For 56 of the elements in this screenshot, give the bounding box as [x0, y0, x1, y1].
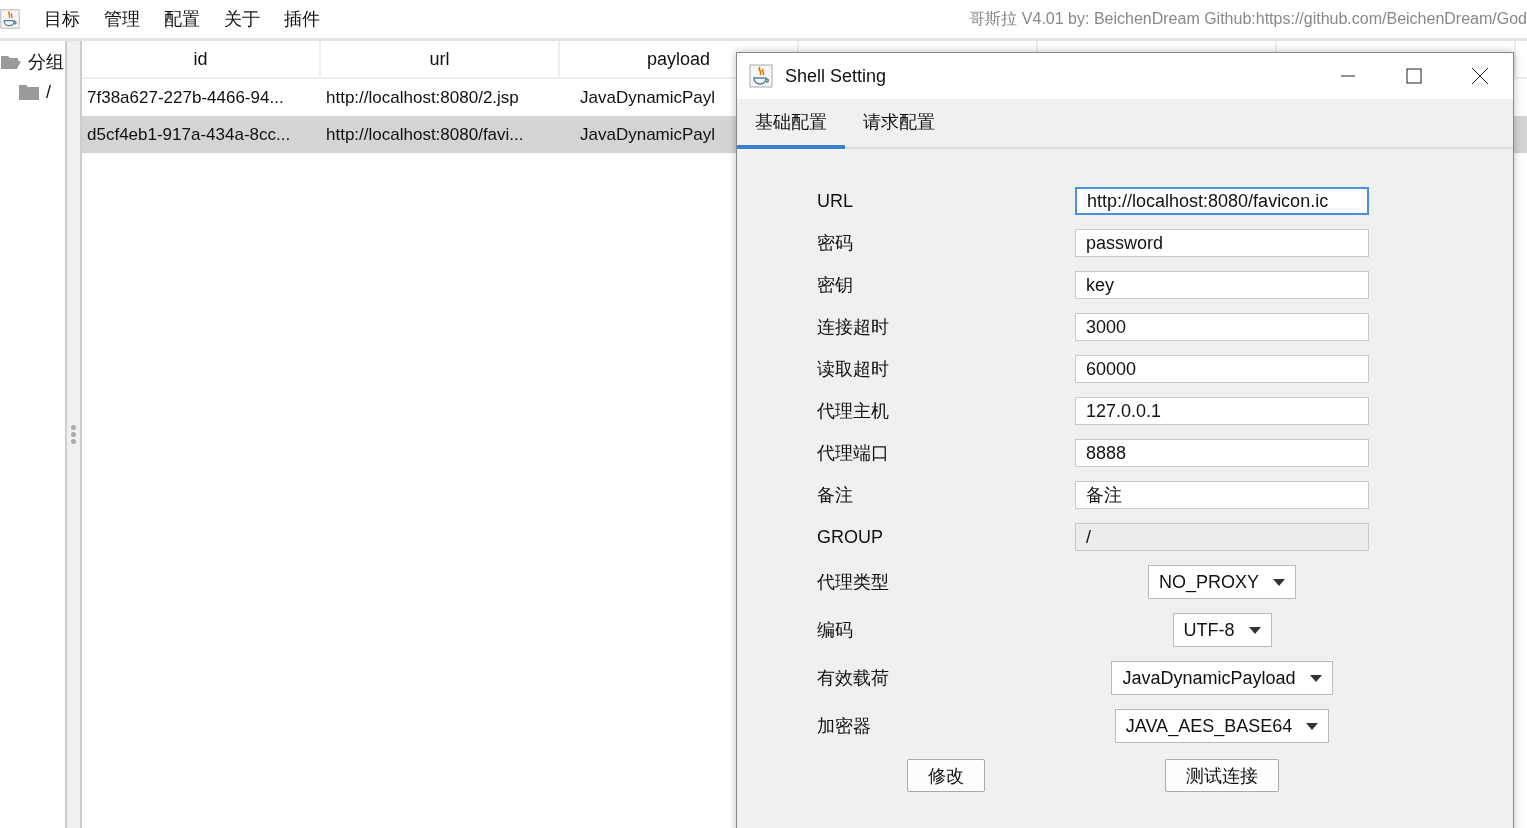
close-icon — [1471, 67, 1489, 85]
field-label: GROUP — [817, 526, 884, 548]
field-label: URL — [817, 190, 854, 212]
minimize-icon — [1340, 75, 1356, 77]
caret-icon — [1273, 578, 1285, 586]
input-field[interactable]: 8888 — [1075, 439, 1369, 467]
input-field[interactable]: password — [1075, 229, 1369, 257]
field-label: 加密器 — [817, 715, 872, 738]
field-label: 代理类型 — [817, 571, 890, 594]
menu-item[interactable]: 目标 — [44, 7, 80, 31]
app-title: 哥斯拉 V4.01 by: BeichenDream Github:https://github.com/BeichenDream/God — [968, 8, 1527, 29]
splitter-handle[interactable] — [67, 41, 82, 828]
table-cell-text: JavaDynamicPayl — [580, 123, 716, 146]
field-label: 密码 — [817, 232, 854, 255]
field-label: 代理主机 — [817, 400, 890, 423]
open-folder-icon — [0, 53, 22, 71]
folder-icon — [18, 83, 40, 101]
caret-icon — [1306, 722, 1319, 730]
dialog-button[interactable]: 测试连接 — [1165, 759, 1279, 792]
dropdown[interactable]: JAVA_AES_BASE64 — [1114, 709, 1330, 743]
menu-item[interactable]: 配置 — [164, 7, 200, 31]
input-field[interactable]: 3000 — [1075, 313, 1369, 341]
column-header[interactable]: url — [321, 41, 560, 77]
field-label: 备注 — [817, 484, 854, 507]
table-cell-text: 7f38a627-227b-4466-94... — [86, 86, 285, 109]
field-label: 有效载荷 — [817, 667, 890, 690]
tree-item[interactable]: 分组 — [0, 47, 65, 77]
table-cell-text: d5cf4eb1-917a-434a-8cc... — [86, 123, 292, 146]
input-field[interactable]: http://localhost:8080/favicon.ic — [1075, 187, 1369, 215]
menu-item[interactable]: 关于 — [224, 7, 260, 31]
dropdown[interactable]: JavaDynamicPayload — [1111, 661, 1333, 695]
tab[interactable]: 基础配置 — [737, 99, 845, 149]
field-label: 编码 — [817, 619, 854, 642]
input-field[interactable]: 备注 — [1075, 481, 1369, 509]
tab[interactable]: 请求配置 — [845, 99, 953, 149]
dropdown[interactable]: NO_PROXY — [1148, 565, 1296, 599]
maximize-icon — [1406, 68, 1422, 84]
table-cell-text: http://localhost:8080/2.jsp — [325, 86, 520, 109]
input-field[interactable]: 60000 — [1075, 355, 1369, 383]
input-field[interactable]: 127.0.0.1 — [1075, 397, 1369, 425]
field-label: 密钥 — [817, 274, 854, 297]
table-cell-text: JavaDynamicPayl — [580, 86, 716, 109]
table-cell-text: http://localhost:8080/favi... — [325, 123, 525, 146]
dialog-button[interactable]: 修改 — [907, 759, 985, 792]
menu-item[interactable]: 管理 — [104, 7, 140, 31]
tree-item[interactable]: / — [0, 77, 65, 107]
column-header[interactable]: id — [82, 41, 321, 77]
caret-icon — [1309, 674, 1322, 682]
input-field[interactable]: key — [1075, 271, 1369, 299]
field-label: 代理端口 — [817, 442, 890, 465]
java-cup-icon — [749, 64, 773, 88]
field-label: 读取超时 — [817, 358, 890, 381]
field-label: 连接超时 — [817, 316, 890, 339]
dropdown[interactable]: UTF-8 — [1172, 613, 1272, 647]
menu-item[interactable]: 插件 — [284, 7, 320, 31]
caret-icon — [1248, 626, 1261, 634]
